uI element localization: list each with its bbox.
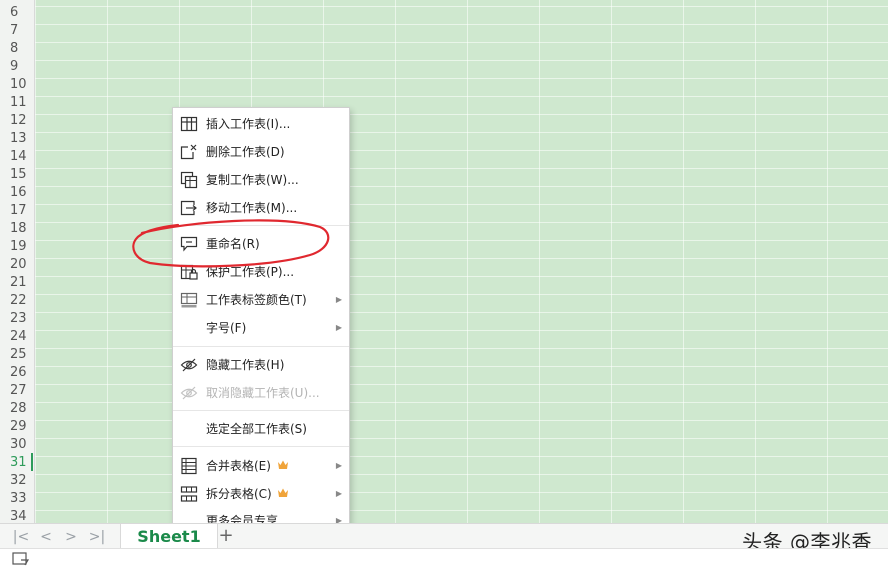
row-number[interactable]: 31 xyxy=(0,454,34,472)
submenu-arrow-icon: ▶ xyxy=(335,323,342,332)
protect-sheet-icon xyxy=(180,264,198,280)
menu-item-label: 复制工作表(W)... xyxy=(206,173,299,187)
status-bar xyxy=(0,548,888,569)
next-sheet-button[interactable]: > xyxy=(60,527,82,547)
menu-item-protect-sheet[interactable]: 保护工作表(P)... xyxy=(173,258,349,286)
row-number[interactable]: 7 xyxy=(0,22,34,40)
row-number[interactable]: 22 xyxy=(0,292,34,310)
copy-sheet-icon xyxy=(180,171,198,189)
row-number[interactable]: 29 xyxy=(0,418,34,436)
menu-separator xyxy=(173,346,349,347)
row-number[interactable]: 33 xyxy=(0,490,34,508)
row-number[interactable]: 13 xyxy=(0,130,34,148)
menu-item-copy-sheet[interactable]: 复制工作表(W)... xyxy=(173,166,349,194)
menu-item-move-sheet[interactable]: 移动工作表(M)... xyxy=(173,194,349,222)
cell-grid[interactable] xyxy=(35,0,888,523)
split-table-icon xyxy=(180,486,198,502)
row-number[interactable]: 20 xyxy=(0,256,34,274)
row-number[interactable]: 8 xyxy=(0,40,34,58)
prev-sheet-button[interactable]: < xyxy=(35,527,57,547)
premium-crown-icon xyxy=(278,460,288,469)
menu-item-insert-sheet[interactable]: 插入工作表(I)... xyxy=(173,110,349,138)
row-number[interactable]: 11 xyxy=(0,94,34,112)
menu-item-label: 选定全部工作表(S) xyxy=(206,422,307,436)
row-number[interactable]: 9 xyxy=(0,58,34,76)
row-number[interactable]: 24 xyxy=(0,328,34,346)
menu-item-label: 插入工作表(I)... xyxy=(206,117,291,131)
premium-crown-icon xyxy=(278,488,288,497)
menu-separator xyxy=(173,225,349,226)
tab-color-icon xyxy=(180,292,198,308)
menu-item-label: 移动工作表(M)... xyxy=(206,201,298,215)
menu-item-select-all-sheets[interactable]: 选定全部工作表(S) xyxy=(173,415,349,443)
menu-item-label: 字号(F) xyxy=(206,321,247,335)
row-number[interactable]: 12 xyxy=(0,112,34,130)
row-number[interactable]: 30 xyxy=(0,436,34,454)
row-number[interactable]: 16 xyxy=(0,184,34,202)
row-number[interactable]: 28 xyxy=(0,400,34,418)
first-sheet-button[interactable]: |< xyxy=(10,527,32,547)
delete-sheet-icon xyxy=(180,144,197,160)
row-header-column: 6 7 8 9 10 11 12 13 14 15 16 17 18 19 20 21 22 23 24 25 26 27… xyxy=(0,0,35,524)
menu-separator xyxy=(173,410,349,411)
menu-item-delete-sheet[interactable]: 删除工作表(D) xyxy=(173,138,349,166)
menu-item-label: 合并表格(E) xyxy=(206,459,271,473)
macro-record-icon[interactable] xyxy=(12,552,30,566)
menu-item-label: 工作表标签颜色(T) xyxy=(206,293,307,307)
last-sheet-button[interactable]: >| xyxy=(86,527,108,547)
menu-item-label: 重命名(R) xyxy=(206,237,260,251)
row-number[interactable]: 17 xyxy=(0,202,34,220)
merge-table-icon xyxy=(181,457,197,475)
submenu-arrow-icon: ▶ xyxy=(335,295,342,304)
menu-item-tab-color[interactable]: 工作表标签颜色(T) ▶ xyxy=(173,286,349,314)
row-number[interactable]: 25 xyxy=(0,346,34,364)
menu-item-label: 删除工作表(D) xyxy=(206,145,285,159)
row-number[interactable]: 19 xyxy=(0,238,34,256)
unhide-eye-icon xyxy=(180,386,198,400)
row-number[interactable]: 15 xyxy=(0,166,34,184)
menu-item-rename[interactable]: 重命名(R) xyxy=(173,230,349,258)
row-number[interactable]: 23 xyxy=(0,310,34,328)
submenu-arrow-icon: ▶ xyxy=(335,461,342,470)
menu-item-unhide-sheet[interactable]: 取消隐藏工作表(U)... xyxy=(173,379,349,407)
menu-item-split-table[interactable]: 拆分表格(C) ▶ xyxy=(173,480,349,508)
row-number[interactable]: 26 xyxy=(0,364,34,382)
row-number[interactable]: 32 xyxy=(0,472,34,490)
move-sheet-icon xyxy=(180,200,197,216)
row-number[interactable]: 18 xyxy=(0,220,34,238)
row-number[interactable]: 21 xyxy=(0,274,34,292)
menu-item-label: 拆分表格(C) xyxy=(206,487,272,501)
row-number[interactable]: 27 xyxy=(0,382,34,400)
sheet-tab-sheet1[interactable]: Sheet1 xyxy=(120,524,218,549)
menu-item-label: 保护工作表(P)... xyxy=(206,265,295,279)
rename-icon xyxy=(180,236,198,252)
row-number[interactable]: 6 xyxy=(0,4,34,22)
sheet-context-menu: 插入工作表(I)... 删除工作表(D) 复制工作表(W)... 移动工作表(M… xyxy=(172,107,350,534)
row-number[interactable]: 10 xyxy=(0,76,34,94)
menu-item-merge-table[interactable]: 合并表格(E) ▶ xyxy=(173,452,349,480)
menu-item-label: 隐藏工作表(H) xyxy=(206,358,285,372)
insert-sheet-icon xyxy=(180,116,198,132)
submenu-arrow-icon: ▶ xyxy=(335,489,342,498)
add-sheet-button[interactable]: + xyxy=(217,526,235,546)
hide-eye-icon xyxy=(180,358,198,372)
menu-item-label: 取消隐藏工作表(U)... xyxy=(206,386,320,400)
menu-separator xyxy=(173,446,349,447)
menu-item-font-size[interactable]: 字号(F) ▶ xyxy=(173,314,349,342)
row-number[interactable]: 14 xyxy=(0,148,34,166)
menu-item-hide-sheet[interactable]: 隐藏工作表(H) xyxy=(173,351,349,379)
